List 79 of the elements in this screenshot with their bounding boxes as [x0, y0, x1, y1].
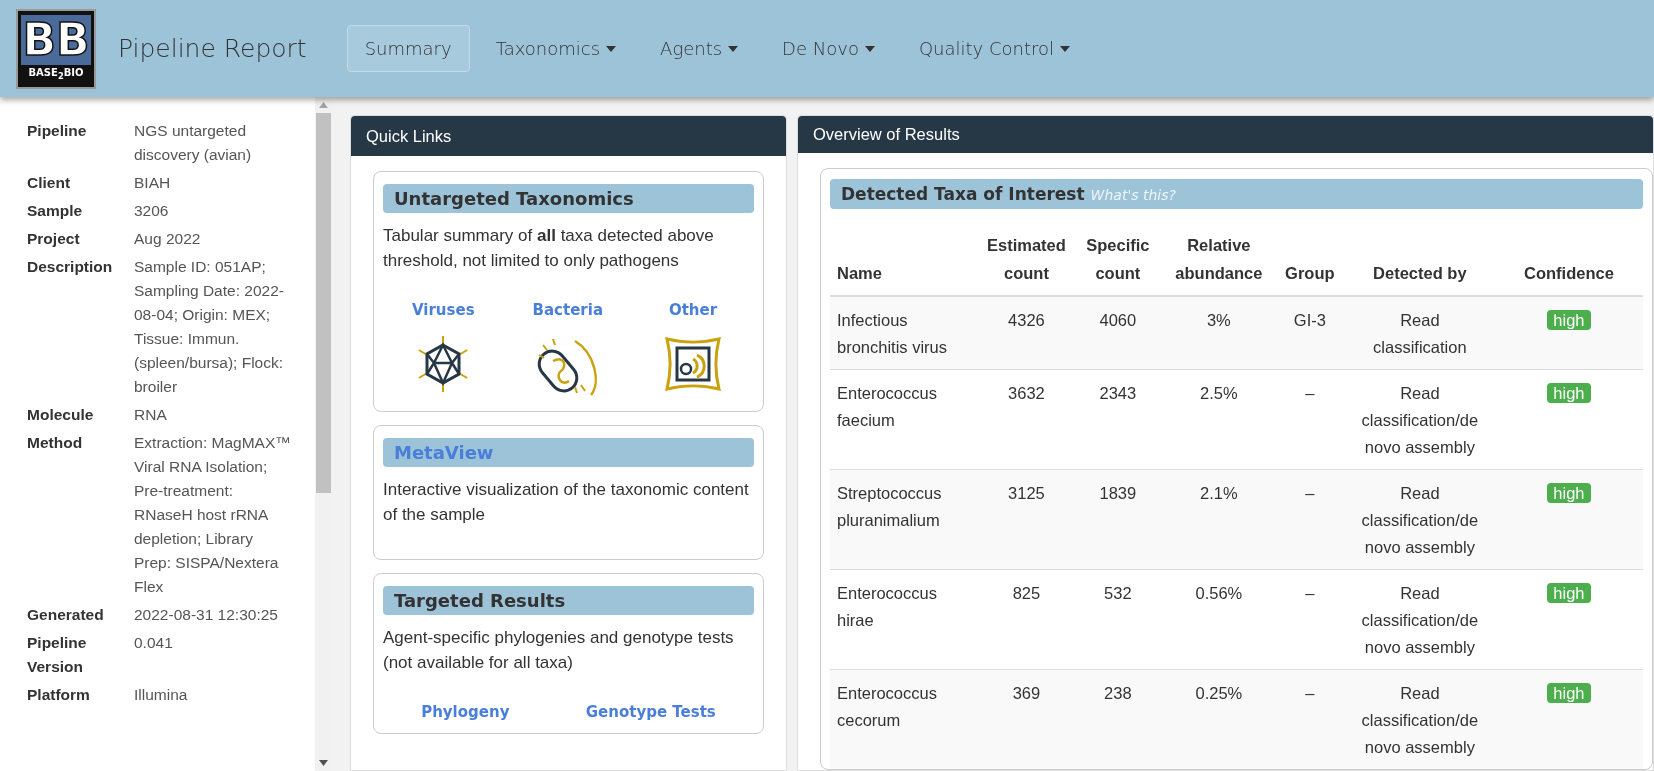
confidence-badge: high — [1547, 683, 1591, 703]
info-value: BIAH — [134, 173, 172, 193]
scrollbar[interactable] — [315, 97, 332, 771]
table-cell: Read classification/de novo assembly — [1344, 369, 1495, 470]
card-description: Interactive visualization of the taxonomic content of the sample — [383, 479, 750, 526]
info-value: Illumina — [134, 685, 189, 705]
confidence-badge: high — [1547, 583, 1591, 603]
panel-title: Quick Links — [351, 116, 786, 156]
table-cell: 3632 — [980, 369, 1073, 470]
table-cell: 825 — [980, 569, 1073, 670]
table-cell: 532 — [1072, 569, 1163, 670]
table-cell: 1839 — [1072, 469, 1163, 570]
table-cell: 2343 — [1072, 369, 1163, 470]
table-cell: Enterococcus hirae — [830, 569, 980, 670]
table-cell: 0.56% — [1162, 569, 1275, 670]
info-label: Pipeline — [27, 121, 88, 141]
nav-tab[interactable]: De Novo — [764, 25, 893, 72]
info-label: Pipeline Version — [27, 633, 88, 677]
table-cell: Read classification/de novo assembly — [1344, 669, 1495, 769]
info-value: RNA — [134, 405, 168, 425]
card-title: Targeted Results — [383, 586, 754, 615]
info-label: Platform — [27, 685, 91, 705]
confidence-badge: high — [1547, 383, 1591, 403]
info-label: Molecule — [27, 405, 95, 425]
info-label: Sample — [27, 201, 84, 221]
table-cell: Enterococcus faecium — [830, 369, 980, 470]
table-cell: GI-3 — [1274, 296, 1345, 370]
table-cell: 4060 — [1072, 296, 1163, 370]
info-value: Aug 2022 — [134, 229, 202, 249]
table-cell: 369 — [980, 669, 1073, 769]
table-cell: Infectious bronchitis virus — [830, 296, 980, 370]
card-title: Untargeted Taxonomics — [383, 184, 754, 213]
app-title: Pipeline Report — [118, 34, 307, 63]
info-label: Project — [27, 229, 81, 249]
info-label: Generated — [27, 605, 105, 625]
table-cell: 4326 — [980, 296, 1073, 370]
table-cell: 2.5% — [1162, 369, 1275, 470]
table-cell: 2.1% — [1162, 469, 1275, 570]
card-title-link[interactable]: MetaView — [383, 438, 754, 467]
card-description: Tabular summary of all taxa detected above threshold, not limited to only pathogens — [383, 225, 715, 272]
info-value: 2022-08-31 12:30:25 — [134, 605, 279, 625]
info-label: Method — [27, 433, 84, 453]
category-link[interactable]: Genotype Tests — [585, 703, 716, 721]
table-cell: 3125 — [980, 469, 1073, 570]
nav-tab[interactable]: Summary — [346, 25, 470, 72]
card-title: Detected Taxa of Interest — [841, 184, 1085, 204]
category-link[interactable]: Bacteria — [532, 301, 603, 319]
table-cell: Read classification/de novo assembly — [1344, 569, 1495, 670]
info-label: Client — [27, 173, 72, 193]
category-link[interactable]: Viruses — [412, 301, 475, 319]
info-value: Sample ID: 051AP; Sampling Date: 2022-08-04; Origin: MEX; Tissue: Immun. (spleen/bursa); Flock: broiler — [134, 257, 285, 397]
info-value: Extraction: MagMAX™ Viral RNA Isolation; Pre-treatment: RNaseH host rRNA depletion; Library Prep: SISPA/Nextera Flex — [134, 433, 292, 597]
table-cell: Enterococcus cecorum — [830, 669, 980, 769]
scroll-up-icon[interactable] — [319, 102, 328, 108]
category-link[interactable]: Phylogeny — [421, 703, 510, 721]
card-description: Agent-specific phylogenies and genotype tests (not available for all taxa) — [383, 627, 735, 674]
table-cell: Streptococcus pluranimalium — [830, 469, 980, 570]
table-cell: 238 — [1072, 669, 1163, 769]
table-cell: Read classification — [1344, 296, 1495, 370]
table-cell: – — [1274, 469, 1345, 570]
confidence-badge: high — [1547, 310, 1591, 330]
table-cell: Read classification/de novo assembly — [1344, 469, 1495, 570]
nav-tab[interactable]: Quality Control — [900, 25, 1089, 72]
info-label: Description — [27, 257, 114, 277]
scroll-down-icon[interactable] — [319, 760, 328, 766]
table-cell: – — [1274, 669, 1345, 769]
category-link[interactable]: Other — [668, 301, 718, 319]
info-value: 0.041 — [134, 633, 174, 653]
nav-tab[interactable]: Agents — [642, 25, 757, 72]
confidence-badge: high — [1547, 483, 1591, 503]
table-cell: 3% — [1162, 296, 1275, 370]
logo: BB BASE$_{2}$BIO — [16, 8, 96, 89]
table-cell: – — [1274, 369, 1345, 470]
table-cell: – — [1274, 569, 1345, 670]
info-value: 3206 — [134, 201, 170, 221]
info-value: NGS untargeted discovery (avian) — [134, 121, 253, 165]
panel-title: Overview of Results — [798, 116, 1653, 153]
nav-tab[interactable]: Taxonomics — [477, 25, 635, 72]
table-cell: 0.25% — [1162, 669, 1275, 769]
